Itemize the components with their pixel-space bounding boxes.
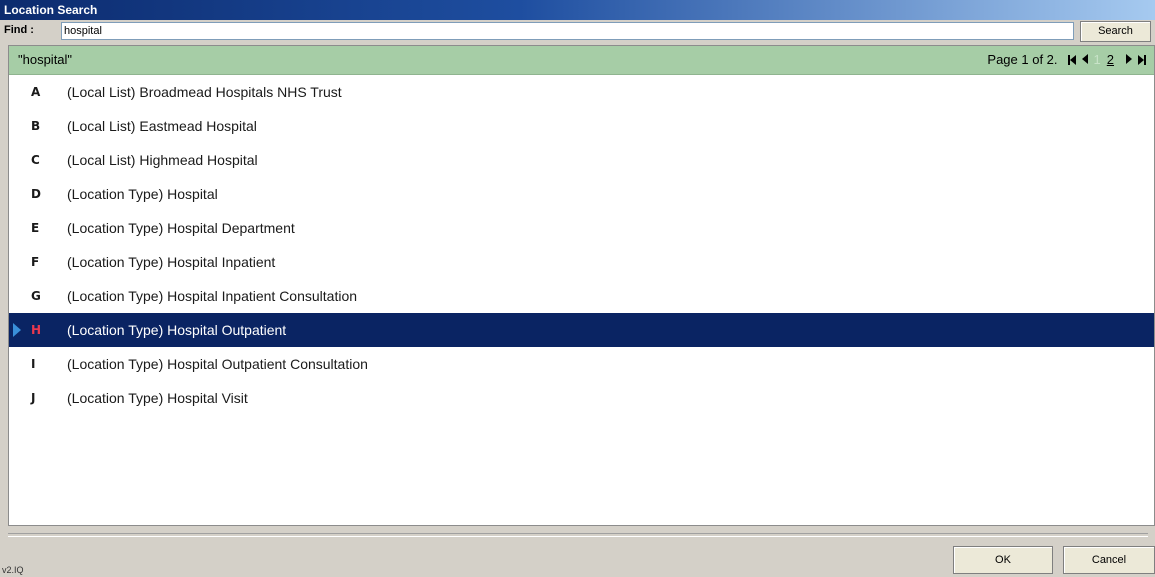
item-letter: B bbox=[31, 119, 41, 133]
next-page-icon[interactable] bbox=[1126, 46, 1132, 74]
list-item[interactable]: J (Location Type) Hospital Visit bbox=[9, 381, 1154, 415]
item-text: (Local List) Highmead Hospital bbox=[67, 152, 258, 168]
first-page-icon[interactable] bbox=[1067, 55, 1076, 65]
list-item[interactable]: E (Location Type) Hospital Department bbox=[9, 211, 1154, 245]
ok-button[interactable]: OK bbox=[953, 546, 1053, 574]
list-item[interactable]: D (Location Type) Hospital bbox=[9, 177, 1154, 211]
item-text: (Location Type) Hospital Visit bbox=[67, 390, 248, 406]
item-letter: C bbox=[31, 153, 40, 167]
version-label: v2.IQ bbox=[2, 565, 24, 575]
row-pointer-icon bbox=[13, 323, 21, 337]
list-item-selected[interactable]: H (Location Type) Hospital Outpatient bbox=[9, 313, 1154, 347]
list-item[interactable]: B (Local List) Eastmead Hospital bbox=[9, 109, 1154, 143]
item-text: (Location Type) Hospital Inpatient bbox=[67, 254, 276, 270]
item-letter: I bbox=[31, 357, 36, 371]
results-header: "hospital" Page 1 of 2. 1 2 bbox=[9, 46, 1154, 75]
list-item[interactable]: C (Local List) Highmead Hospital bbox=[9, 143, 1154, 177]
item-letter: H bbox=[31, 323, 42, 337]
last-page-icon[interactable] bbox=[1138, 55, 1146, 65]
page-number-link[interactable]: 2 bbox=[1107, 46, 1114, 74]
find-label: Find : bbox=[4, 24, 34, 36]
item-letter: J bbox=[31, 391, 36, 405]
window-title: Location Search bbox=[0, 0, 1155, 20]
find-row: Find : hospital Search bbox=[0, 20, 1155, 44]
list-item[interactable]: I (Location Type) Hospital Outpatient Co… bbox=[9, 347, 1154, 381]
item-letter: D bbox=[31, 187, 41, 201]
page-number-current: 1 bbox=[1093, 52, 1101, 67]
cancel-button[interactable]: Cancel bbox=[1063, 546, 1155, 574]
item-letter: E bbox=[31, 221, 40, 235]
item-text: (Local List) Broadmead Hospitals NHS Tru… bbox=[67, 84, 342, 100]
search-button[interactable]: Search bbox=[1080, 21, 1151, 42]
item-text: (Location Type) Hospital bbox=[67, 186, 218, 202]
list-item[interactable]: F (Location Type) Hospital Inpatient bbox=[9, 245, 1154, 279]
footer-divider bbox=[8, 533, 1148, 537]
item-text: (Location Type) Hospital Department bbox=[67, 220, 295, 236]
pager: Page 1 of 2. 1 2 bbox=[987, 46, 1146, 74]
list-item[interactable]: G (Location Type) Hospital Inpatient Con… bbox=[9, 279, 1154, 313]
item-text: (Location Type) Hospital Outpatient Cons… bbox=[67, 356, 368, 372]
list-item[interactable]: A (Local List) Broadmead Hospitals NHS T… bbox=[9, 75, 1154, 109]
find-input[interactable]: hospital bbox=[61, 22, 1074, 40]
item-text: (Location Type) Hospital Outpatient bbox=[67, 322, 287, 338]
query-label: "hospital" bbox=[18, 52, 73, 67]
item-letter: F bbox=[31, 255, 40, 269]
results-panel: "hospital" Page 1 of 2. 1 2 A (Local Lis… bbox=[8, 45, 1155, 526]
item-text: (Local List) Eastmead Hospital bbox=[67, 118, 257, 134]
item-letter: G bbox=[31, 289, 41, 303]
previous-page-icon[interactable] bbox=[1081, 46, 1088, 74]
item-text: (Location Type) Hospital Inpatient Consu… bbox=[67, 288, 358, 304]
results-list: A (Local List) Broadmead Hospitals NHS T… bbox=[9, 75, 1154, 415]
item-letter: A bbox=[31, 85, 41, 99]
page-info: Page 1 of 2. bbox=[987, 52, 1058, 67]
